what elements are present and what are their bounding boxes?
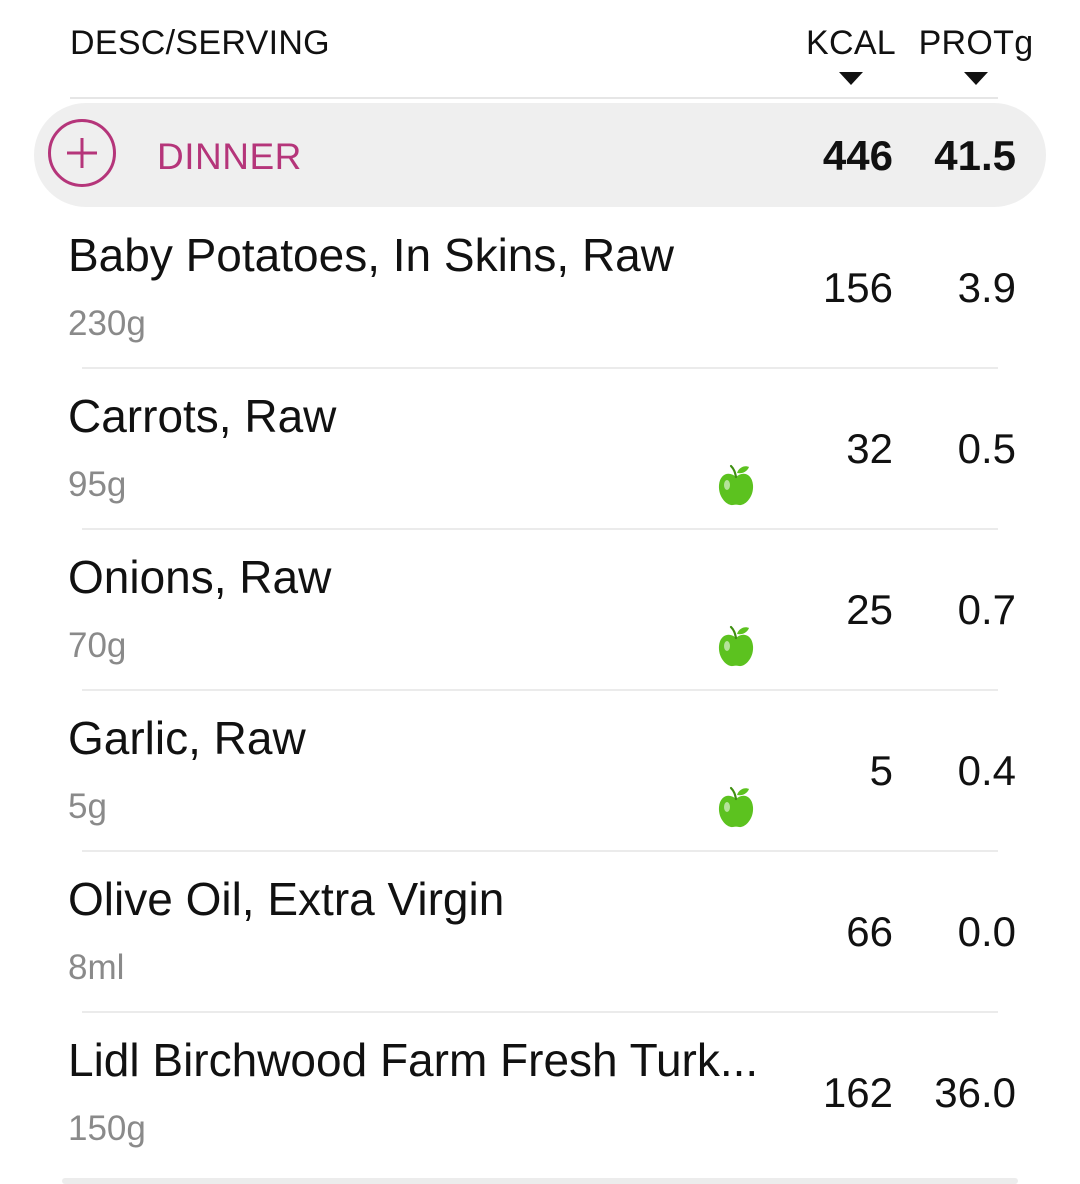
meal-protein-total: 41.5 (934, 132, 1016, 179)
food-kcal: 5 (869, 747, 893, 794)
food-protein: 0.0 (957, 908, 1016, 955)
food-name: Carrots, Raw (68, 390, 337, 442)
food-serving: 95g (68, 465, 127, 504)
food-name: Onions, Raw (68, 551, 332, 603)
header-desc-serving[interactable]: DESC/SERVING (70, 24, 330, 63)
food-kcal: 32 (846, 425, 893, 472)
food-serving: 8ml (68, 948, 125, 987)
header-protein[interactable]: PROTg (916, 24, 1036, 63)
food-name: Olive Oil, Extra Virgin (68, 873, 505, 925)
meal-name[interactable]: DINNER (157, 136, 302, 178)
food-kcal: 156 (822, 264, 893, 311)
apple-icon (718, 625, 754, 667)
food-protein: 0.5 (957, 425, 1016, 472)
kcal-sort-arrow-icon[interactable] (839, 72, 863, 85)
food-protein: 0.4 (957, 747, 1016, 794)
food-protein: 3.9 (957, 264, 1016, 311)
food-row[interactable]: Olive Oil, Extra Virgin 8ml 66 0.0 (0, 852, 1080, 1013)
food-row[interactable]: Lidl Birchwood Farm Fresh Turk... 150g 1… (0, 1013, 1080, 1174)
column-header: DESC/SERVING KCAL PROTg (0, 0, 1080, 99)
header-kcal[interactable]: KCAL (804, 24, 898, 63)
list-bottom-edge (62, 1178, 1018, 1184)
food-row[interactable]: Onions, Raw 70g 25 0.7 (0, 530, 1080, 691)
header-divider (70, 97, 998, 99)
food-name: Baby Potatoes, In Skins, Raw (68, 229, 674, 281)
food-kcal: 162 (822, 1069, 893, 1116)
apple-icon (718, 786, 754, 828)
food-kcal: 25 (846, 586, 893, 633)
food-protein: 36.0 (934, 1069, 1016, 1116)
food-serving: 70g (68, 626, 127, 665)
food-serving: 150g (68, 1109, 146, 1148)
food-row[interactable]: Carrots, Raw 95g 32 0.5 (0, 369, 1080, 530)
food-row[interactable]: Baby Potatoes, In Skins, Raw 230g 156 3.… (0, 208, 1080, 369)
food-serving: 230g (68, 304, 146, 343)
food-serving: 5g (68, 787, 107, 826)
meal-kcal-total: 446 (822, 132, 893, 179)
food-name: Lidl Birchwood Farm Fresh Turk... (68, 1034, 759, 1086)
food-protein: 0.7 (957, 586, 1016, 633)
food-kcal: 66 (846, 908, 893, 955)
food-row[interactable]: Garlic, Raw 5g 5 0.4 (0, 691, 1080, 852)
add-food-button[interactable] (48, 119, 116, 187)
protein-sort-arrow-icon[interactable] (964, 72, 988, 85)
apple-icon (718, 464, 754, 506)
food-name: Garlic, Raw (68, 712, 306, 764)
